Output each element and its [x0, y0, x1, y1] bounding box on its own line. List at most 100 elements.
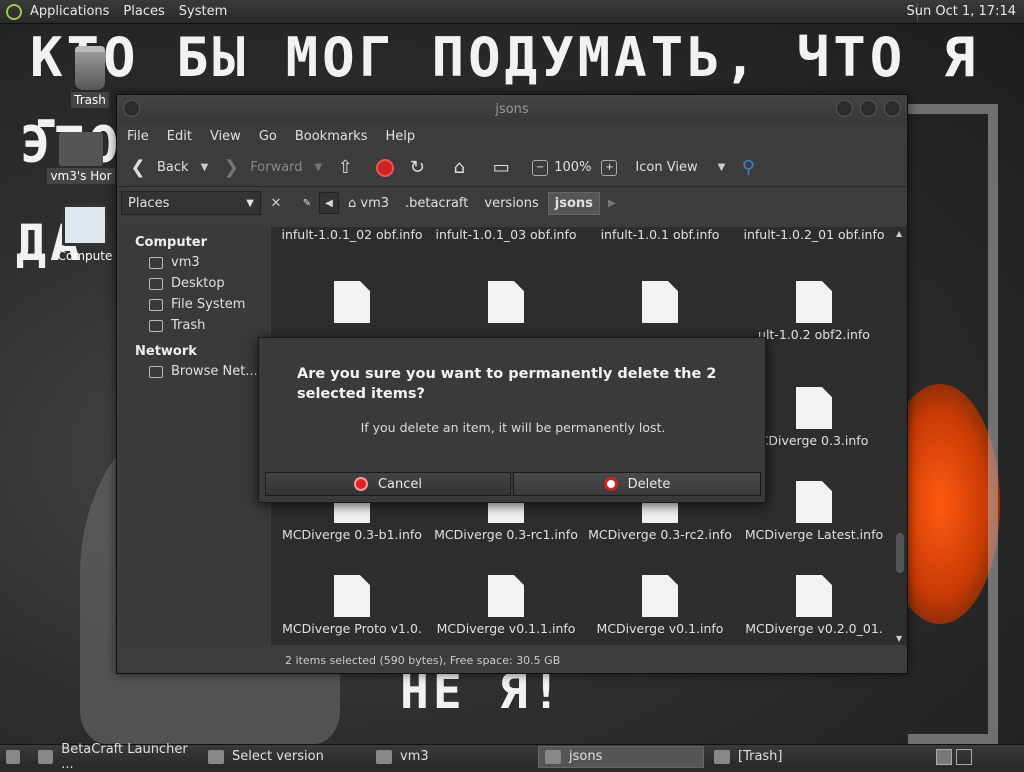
delete-button[interactable]: Delete — [513, 472, 761, 496]
home-button[interactable]: ⌂ — [448, 157, 478, 179]
file-item[interactable] — [277, 281, 427, 327]
taskbar-item-vm3[interactable]: vm3 — [370, 746, 534, 768]
scroll-up-icon[interactable]: ▲ — [896, 229, 902, 238]
file-label: MCDiverge 0.3-rc2.info — [588, 527, 732, 542]
window-titlebar[interactable]: jsons — [117, 95, 907, 123]
places-menu[interactable]: Places — [123, 4, 164, 19]
back-label: Back — [157, 160, 189, 175]
cancel-icon — [353, 477, 368, 491]
window-menu-button[interactable] — [123, 100, 140, 117]
menu-bookmarks[interactable]: Bookmarks — [295, 129, 368, 144]
breadcrumb-label: vm3 — [360, 195, 390, 211]
search-icon: ⚲ — [741, 157, 755, 178]
minimize-button[interactable] — [836, 100, 853, 117]
breadcrumb-right-icon[interactable]: ▶ — [602, 192, 622, 214]
breadcrumb-jsons[interactable]: jsons — [547, 191, 600, 215]
menu-help[interactable]: Help — [385, 129, 415, 144]
taskbar-item-select-version[interactable]: Select version — [202, 746, 366, 768]
home-icon: ⌂ — [453, 157, 465, 178]
file-item[interactable] — [431, 281, 581, 327]
sidebar-item-label: Browse Net... — [171, 364, 258, 379]
forward-history-dropdown-icon[interactable]: ▼ — [315, 162, 323, 173]
sidebar-type-select[interactable]: Places ▼ — [121, 191, 261, 215]
file-item[interactable]: infult-1.0.1_02 obf.info — [277, 227, 427, 243]
file-item[interactable]: infult-1.0.1_03 obf.info — [431, 227, 581, 243]
menu-go[interactable]: Go — [259, 129, 277, 144]
zoom-level: 100% — [554, 160, 592, 175]
bottom-taskbar: BetaCraft Launcher ... Select version vm… — [0, 742, 1024, 772]
trash-icon — [149, 319, 163, 332]
home-icon — [149, 256, 163, 269]
search-button[interactable]: ⚲ — [737, 157, 767, 179]
taskbar-item-trash[interactable]: [Trash] — [708, 746, 928, 768]
sidebar-item-label: Desktop — [171, 276, 225, 291]
menu-view[interactable]: View — [210, 129, 241, 144]
taskbar-item-jsons[interactable]: jsons — [538, 745, 704, 768]
workspace-2[interactable] — [956, 748, 972, 765]
clock[interactable]: Sun Oct 1, 17:14 — [907, 4, 1016, 19]
sidebar-item-label: vm3 — [171, 255, 200, 270]
applications-menu[interactable]: Applications — [30, 4, 109, 19]
file-item[interactable]: infult-1.0.2_01 obf.info — [739, 227, 889, 243]
menu-file[interactable]: File — [127, 129, 149, 144]
file-item[interactable]: ult-1.0.2 obf2.info — [739, 281, 889, 343]
document-icon — [334, 281, 370, 323]
show-desktop-icon — [6, 749, 20, 764]
sidebar-item-browse-network[interactable]: Browse Net... — [121, 361, 269, 382]
view-mode-select[interactable]: Icon View ▼ — [635, 160, 725, 175]
file-item[interactable]: MCDiverge v0.1.info — [585, 575, 735, 637]
file-item[interactable]: MCDiverge v0.1.1.info — [431, 575, 581, 637]
taskbar-item-label: Select version — [232, 749, 324, 764]
back-button[interactable]: ❮ Back ▼ — [127, 157, 208, 179]
vertical-scrollbar[interactable]: ▲ ▼ — [895, 227, 905, 645]
edit-location-icon[interactable]: ✎ — [297, 192, 317, 214]
sidebar-item-file-system[interactable]: File System — [121, 294, 269, 315]
zoom-control[interactable]: − 100% + — [532, 159, 623, 176]
sidebar-item-trash[interactable]: Trash — [121, 315, 269, 336]
file-item[interactable] — [585, 281, 735, 327]
breadcrumb-versions[interactable]: versions — [477, 192, 545, 215]
forward-button[interactable]: ❯ Forward ▼ — [220, 157, 323, 179]
places-sidebar: Computer vm3 Desktop File System Trash N… — [121, 227, 269, 645]
desktop-icon-trash[interactable]: Trash — [62, 46, 118, 108]
sidebar-item-desktop[interactable]: Desktop — [121, 273, 269, 294]
breadcrumb-left-icon[interactable]: ◀ — [319, 192, 339, 214]
delete-label: Delete — [627, 476, 671, 492]
back-history-dropdown-icon[interactable]: ▼ — [201, 162, 209, 173]
show-desktop-button[interactable] — [0, 746, 28, 768]
zoom-in-icon[interactable]: + — [601, 159, 618, 176]
workspace-1[interactable] — [936, 748, 952, 765]
taskbar-item-label: [Trash] — [738, 749, 783, 764]
maximize-button[interactable] — [860, 100, 877, 117]
file-item[interactable]: MCDiverge v0.2.0_01. — [739, 575, 889, 637]
distro-logo-icon[interactable] — [6, 3, 22, 20]
file-item[interactable]: MCDiverge Proto v1.0. — [277, 575, 427, 637]
scroll-down-icon[interactable]: ▼ — [896, 634, 902, 643]
desktop-icon-computer[interactable]: Compute — [54, 204, 116, 264]
back-arrow-icon: ❮ — [130, 157, 146, 178]
taskbar-item-label: vm3 — [400, 749, 429, 764]
file-label: MCDiverge 0.3-b1.info — [282, 527, 422, 542]
taskbar-item-betacraft[interactable]: BetaCraft Launcher ... — [32, 742, 198, 772]
system-menu[interactable]: System — [179, 4, 227, 19]
stop-button[interactable] — [376, 158, 395, 177]
close-button[interactable] — [884, 100, 901, 117]
file-item[interactable]: infult-1.0.1 obf.info — [585, 227, 735, 243]
dialog-message: If you delete an item, it will be perman… — [360, 420, 666, 435]
desktop-icon-label: Trash — [71, 92, 109, 108]
scroll-thumb[interactable] — [896, 533, 904, 573]
breadcrumb-betacraft[interactable]: .betacraft — [398, 192, 475, 215]
desktop-icon-home[interactable]: vm3's Hor — [46, 132, 116, 184]
zoom-out-icon[interactable]: − — [532, 159, 549, 176]
up-button[interactable]: ⇧ — [334, 157, 364, 179]
cancel-button[interactable]: Cancel — [265, 472, 511, 496]
close-sidebar-icon[interactable]: ✕ — [265, 192, 287, 214]
computer-button[interactable]: ▭ — [490, 157, 520, 179]
reload-button[interactable]: ↻ — [406, 157, 436, 179]
menu-edit[interactable]: Edit — [167, 129, 192, 144]
file-label: MCDiverge Proto v1.0. — [282, 621, 422, 636]
document-icon — [796, 481, 832, 523]
sidebar-heading-network: Network — [135, 344, 197, 359]
sidebar-item-vm3[interactable]: vm3 — [121, 252, 269, 273]
breadcrumb-vm3[interactable]: ⌂ vm3 — [341, 192, 396, 215]
